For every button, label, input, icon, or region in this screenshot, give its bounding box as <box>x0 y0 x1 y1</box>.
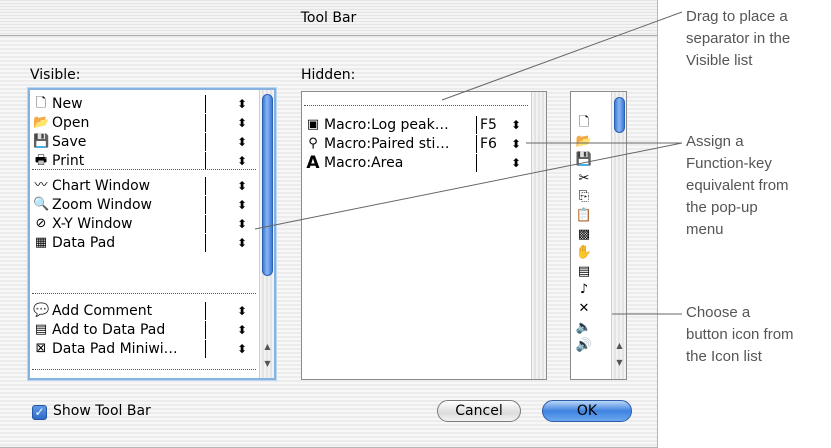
separator-leader-line <box>441 11 683 101</box>
callout-line: the Icon list <box>686 348 762 365</box>
visible-list-leader-line <box>254 142 683 230</box>
callout-line: Function-key <box>686 155 772 172</box>
callout-line: Visible list <box>686 52 753 69</box>
callout-line: separator in the <box>686 30 791 47</box>
callout-line: button icon from <box>686 326 794 343</box>
callout-line: Assign a <box>686 133 744 150</box>
callout-line: Drag to place a <box>686 8 788 25</box>
function-key-callout: Assign a Function-key equivalent from the p… <box>686 131 789 241</box>
separator-callout: Drag to place a separator in the Visible l… <box>686 6 790 72</box>
callout-line: menu <box>686 221 724 238</box>
callout-line: equivalent from <box>686 177 789 194</box>
icon-list-callout: Choose a button icon from the Icon list <box>686 302 794 368</box>
callout-line: the pop-up <box>686 199 758 216</box>
callout-line: Choose a <box>686 304 751 321</box>
